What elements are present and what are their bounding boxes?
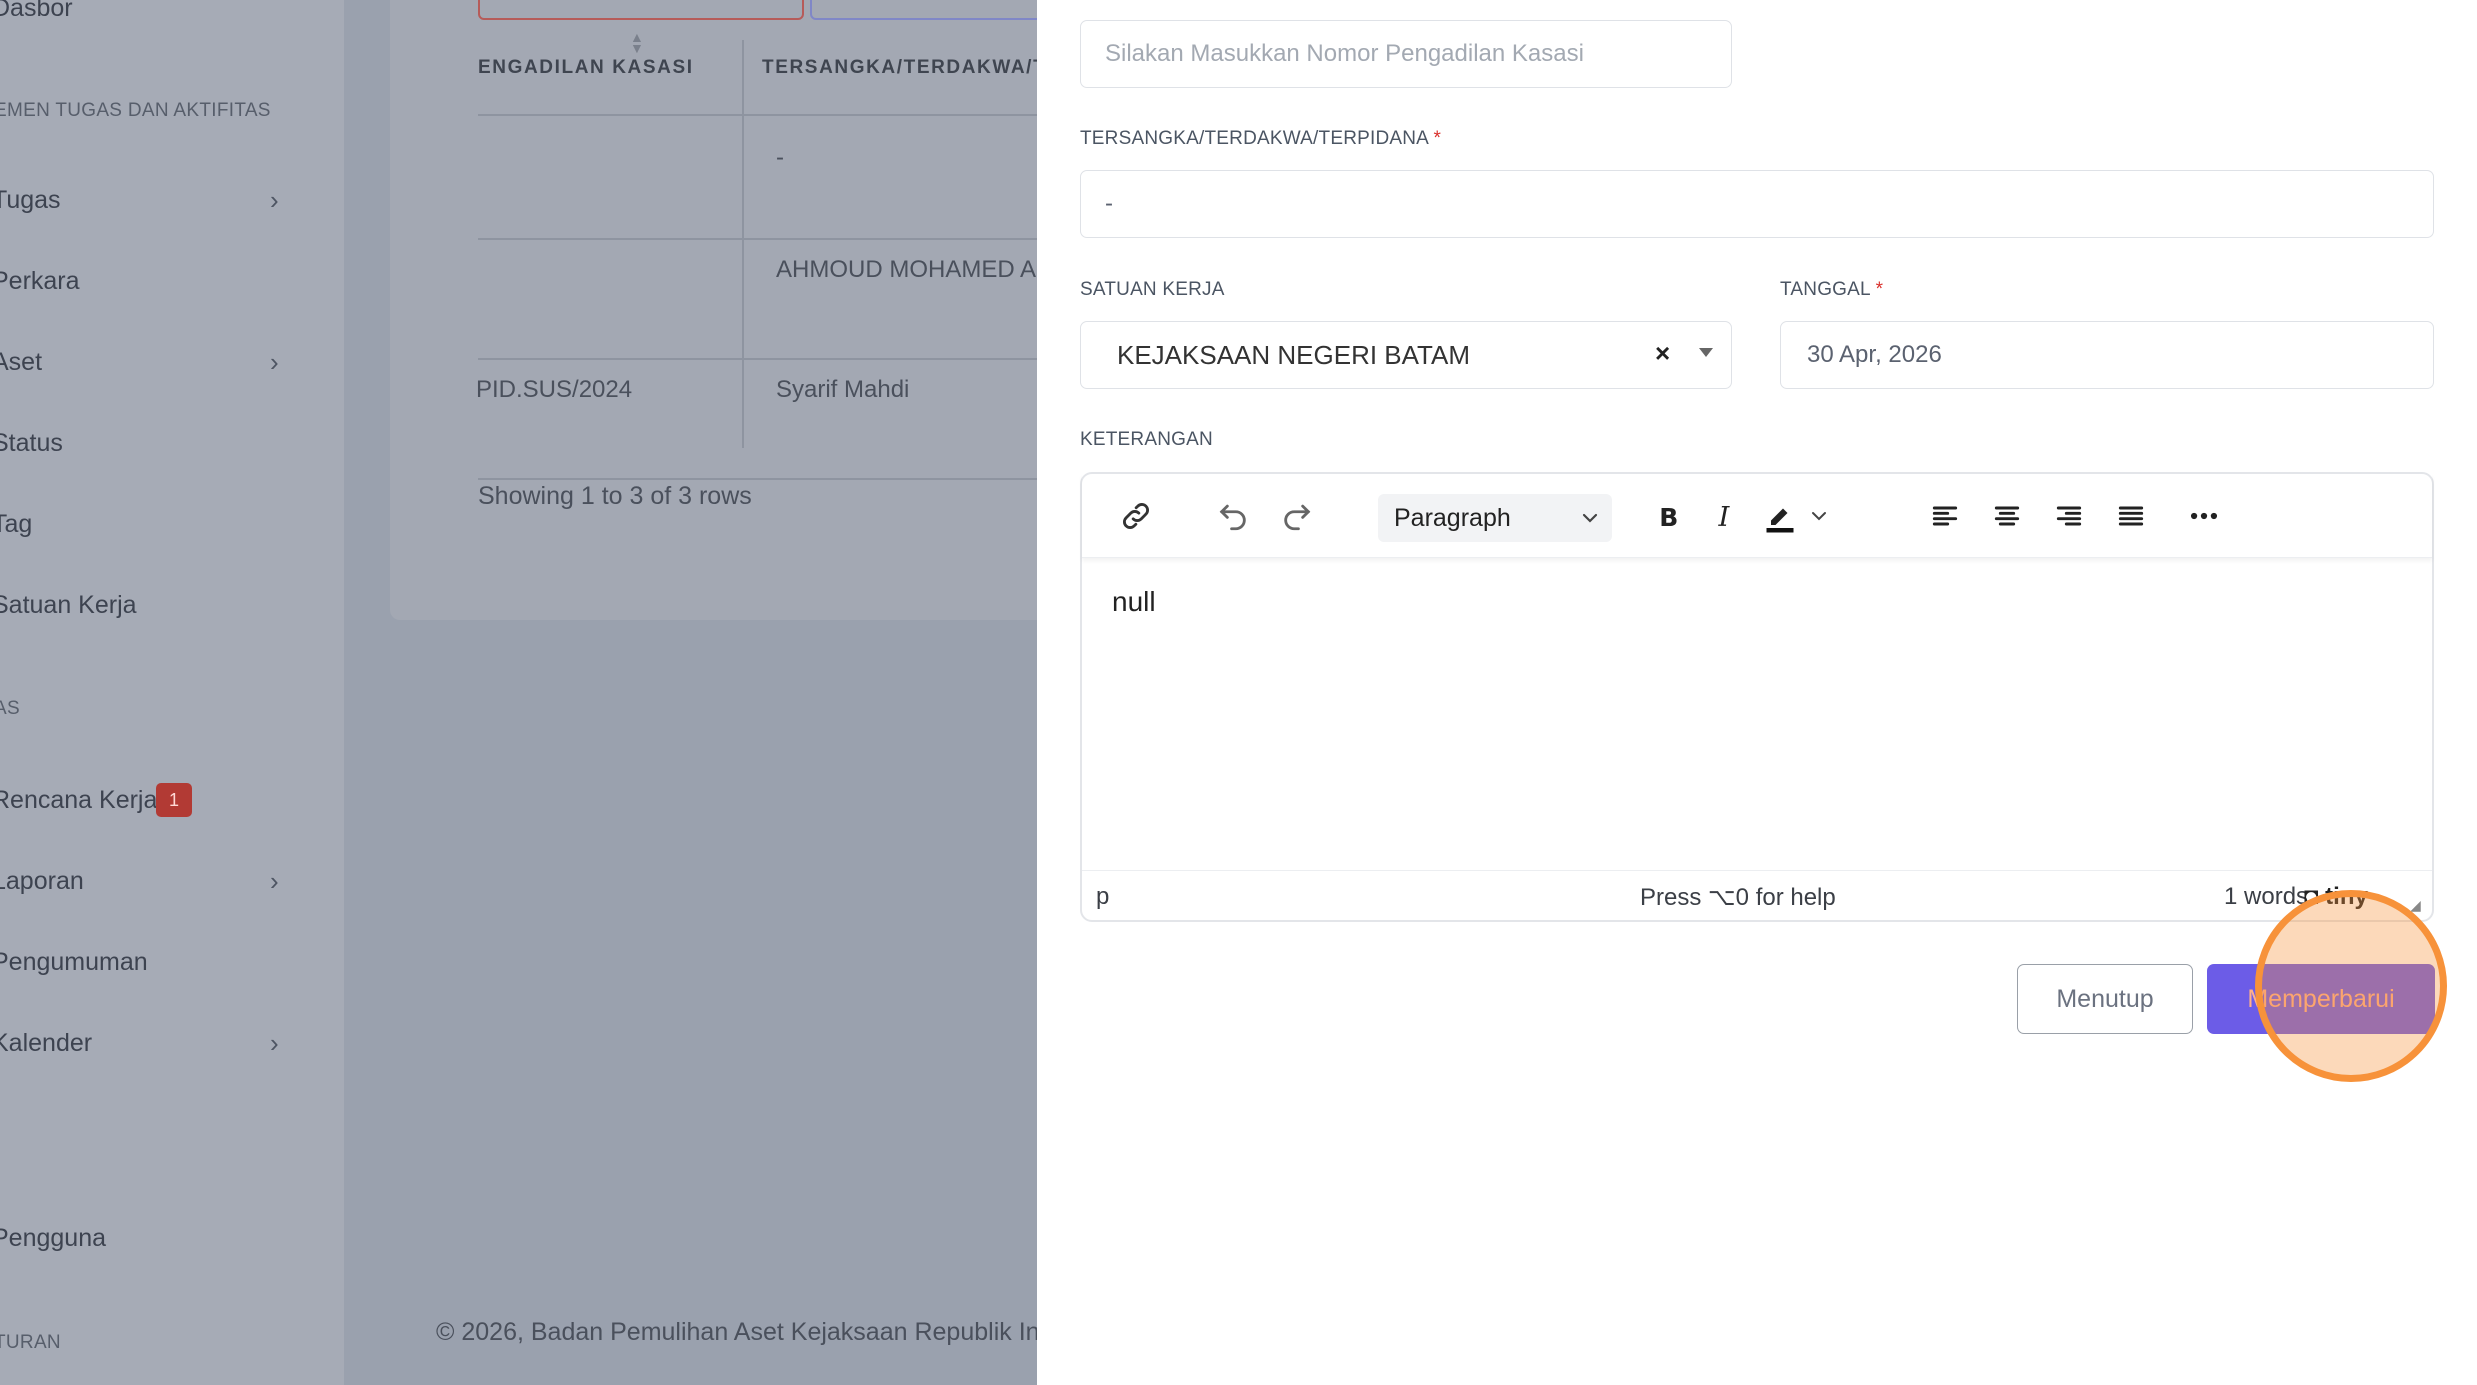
undo-icon[interactable] (1210, 492, 1256, 540)
chevron-right-icon: › (270, 346, 279, 377)
redo-icon[interactable] (1274, 492, 1320, 540)
divider (478, 478, 1037, 480)
notification-badge: 1 (156, 783, 192, 817)
sidebar-item-tugas[interactable]: Tugas › (0, 170, 344, 230)
sidebar-item-aset[interactable]: Aset › (0, 332, 344, 392)
nomor-pengadilan-placeholder: Silakan Masukkan Nomor Pengadilan Kasasi (1105, 40, 1584, 67)
sidebar-item-label: Aset (0, 347, 43, 376)
nomor-pengadilan-kasasi-field[interactable]: Silakan Masukkan Nomor Pengadilan Kasasi (1080, 20, 1732, 88)
column-header[interactable]: ENGADILAN KASASI (478, 8, 694, 128)
element-path[interactable]: p (1096, 883, 1109, 911)
pagination-info: Showing 1 to 3 of 3 rows (478, 482, 752, 510)
satuan-kerja-label: SATUAN KERJA (1080, 279, 1225, 300)
divider (478, 114, 1037, 116)
sidebar-item-label: Tugas (0, 185, 61, 214)
rich-text-editor[interactable]: Paragraph B I null p Press ⌥0 for help 1… (1080, 472, 2434, 922)
help-hint: Press ⌥0 for help (1640, 884, 1836, 911)
satuan-kerja-value: KEJAKSAAN NEGERI BATAM (1117, 339, 1471, 370)
close-button[interactable]: Menutup (2017, 964, 2193, 1034)
sidebar-item-rencana-kerja[interactable]: Rencana Kerja 1 (0, 770, 344, 830)
sidebar-item-tag[interactable]: Tag (0, 494, 344, 554)
sidebar-item-label: Perkara (0, 266, 80, 295)
block-format-label: Paragraph (1394, 503, 1511, 532)
divider (478, 358, 1037, 360)
sidebar-item-label: Status (0, 428, 63, 457)
editor-statusbar: p Press ⌥0 for help 1 words ◘ tiny ◢ (1082, 870, 2432, 920)
chevron-right-icon: › (270, 184, 279, 215)
sidebar-item-satuan-kerja[interactable]: Satuan Kerja (0, 575, 344, 635)
sidebar-item-label: Rencana Kerja (0, 785, 158, 814)
chevron-down-icon[interactable] (1802, 492, 1836, 540)
svg-text:I: I (1718, 501, 1731, 531)
edit-modal: Silakan Masukkan Nomor Pengadilan Kasasi… (1037, 0, 2477, 1385)
column-header[interactable]: TERSANGKA/TERDAKWA/TERP (762, 8, 1037, 128)
tersangka-field[interactable]: - (1080, 170, 2434, 238)
italic-icon[interactable]: I (1708, 492, 1744, 540)
divider (742, 40, 744, 448)
sidebar-item-status[interactable]: Status (0, 413, 344, 473)
tanggal-field[interactable]: 30 Apr, 2026 (1780, 321, 2434, 389)
tanggal-label: TANGGAL * (1780, 279, 1884, 300)
sidebar-item-dasbor[interactable]: Dasbor (0, 0, 344, 38)
sidebar-item-label: Kalender (0, 1028, 93, 1057)
tersangka-value: - (1105, 190, 1113, 217)
align-right-icon[interactable] (2048, 492, 2090, 540)
chevron-right-icon: › (270, 1027, 279, 1058)
table-cell: Syarif Mahdi (776, 376, 910, 403)
sidebar-section-title: EMEN TUGAS DAN AKTIFITAS (0, 100, 271, 121)
more-icon[interactable] (2182, 492, 2226, 540)
chevron-down-icon (1578, 506, 1602, 535)
sidebar-item-pengumuman[interactable]: Pengumuman (0, 932, 344, 992)
sidebar-section-title: AS (0, 698, 20, 719)
satuan-kerja-select[interactable]: KEJAKSAAN NEGERI BATAM × (1080, 321, 1732, 389)
divider (478, 238, 1037, 240)
click-highlight (2255, 890, 2447, 1082)
main-content: ENGADILAN KASASI ▲▼ TERSANGKA/TERDAKWA/T… (344, 0, 1037, 1385)
sidebar-section-title: TURAN (0, 1332, 61, 1353)
sidebar-item-label: Satuan Kerja (0, 590, 137, 619)
svg-text:B: B (1659, 503, 1678, 531)
sidebar-item-laporan[interactable]: Laporan › (0, 851, 344, 911)
sidebar-item-label: Dasbor (0, 0, 73, 22)
sidebar-item-label: Pengguna (0, 1223, 107, 1252)
dropdown-arrow-icon[interactable] (1699, 348, 1713, 357)
sidebar-item-label: Pengumuman (0, 947, 148, 976)
sidebar-item-perkara[interactable]: Perkara (0, 251, 344, 311)
tersangka-label: TERSANGKA/TERDAKWA/TERPIDANA * (1080, 128, 1442, 149)
editor-toolbar: Paragraph B I (1082, 474, 2432, 558)
sidebar-item-pengguna[interactable]: Pengguna (0, 1208, 344, 1268)
align-center-icon[interactable] (1986, 492, 2028, 540)
sort-icon[interactable]: ▲ ▼ (630, 30, 644, 55)
table-cell: PID.SUS/2024 (476, 376, 633, 403)
footer-copyright: © 2026, Badan Pemulihan Aset Kejaksaan R… (436, 1318, 1037, 1346)
table-cell: - (776, 144, 784, 171)
highlight-color-icon[interactable] (1758, 492, 1802, 540)
table-cell: AHMOUD MOHAMED ABDEL (776, 256, 1037, 283)
align-justify-icon[interactable] (2110, 492, 2152, 540)
block-format-select[interactable]: Paragraph (1378, 494, 1612, 542)
editor-content[interactable]: null (1112, 586, 1156, 618)
sidebar-item-label: Tag (0, 509, 33, 538)
align-left-icon[interactable] (1924, 492, 1966, 540)
sidebar: Dasbor EMEN TUGAS DAN AKTIFITAS Tugas › … (0, 0, 344, 1385)
clear-selection-icon[interactable]: × (1655, 338, 1670, 369)
link-icon[interactable] (1112, 492, 1160, 540)
tanggal-value: 30 Apr, 2026 (1807, 341, 1942, 368)
table-card: ENGADILAN KASASI ▲▼ TERSANGKA/TERDAKWA/T… (390, 0, 1037, 620)
bold-icon[interactable]: B (1648, 492, 1688, 540)
chevron-right-icon: › (270, 865, 279, 896)
sidebar-item-label: Laporan (0, 866, 84, 895)
keterangan-label: KETERANGAN (1080, 429, 1213, 450)
sidebar-item-kalender[interactable]: Kalender › (0, 1013, 344, 1073)
